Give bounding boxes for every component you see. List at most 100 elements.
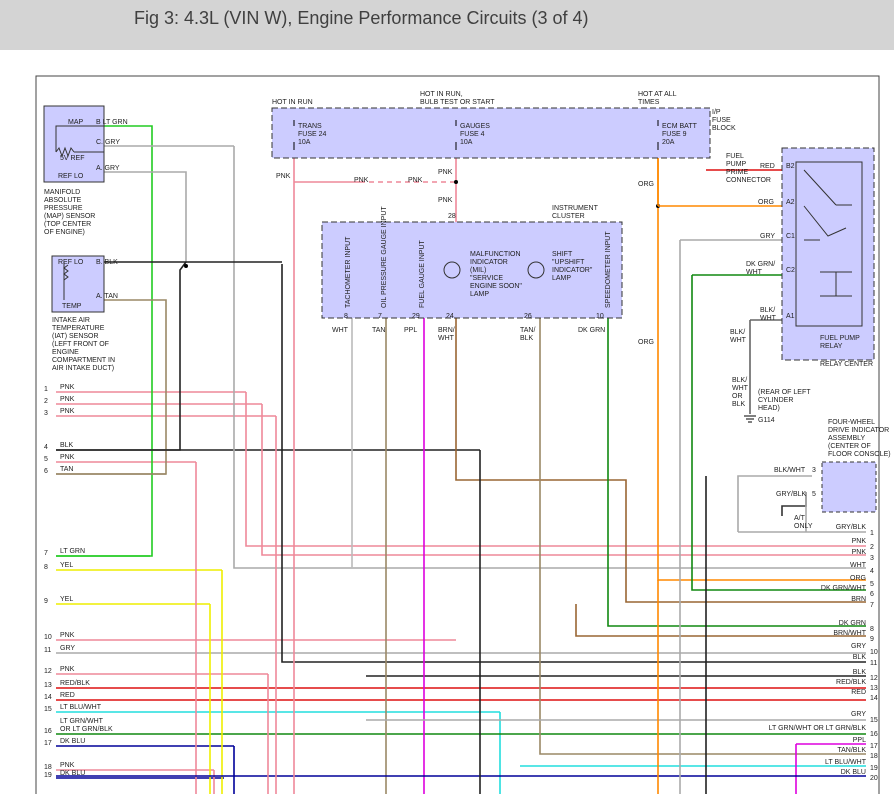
iat-pin-reflo: REF LO: [58, 259, 84, 266]
left-row-number: 9: [44, 598, 48, 605]
right-row-color: DK BLU: [841, 769, 866, 776]
right-row-color: BRN/WHT: [833, 630, 866, 637]
splice-dot-pnk: [454, 180, 458, 184]
ground-desc: CYLINDER: [758, 397, 793, 404]
left-row-number: 10: [44, 634, 52, 641]
fuse-block-label: I/P: [712, 109, 721, 116]
ground-wire-label: BLK: [732, 401, 746, 408]
cluster-mil-label: LAMP: [470, 291, 489, 298]
map-desc: PRESSURE: [44, 205, 83, 212]
relay-prime-label: PRIME: [726, 169, 749, 176]
right-row-number: 11: [870, 660, 877, 667]
cluster-pin-number: 7: [378, 313, 382, 320]
left-row-number: 14: [44, 694, 52, 701]
right-row-number: 14: [870, 695, 878, 702]
right-row-color: BLK: [853, 669, 867, 676]
cluster-mil-label: ENGINE SOON": [470, 283, 522, 290]
right-row-number: 12: [870, 675, 878, 682]
map-term-b: B LT GRN: [96, 119, 128, 126]
right-row-color: RED/BLK: [836, 679, 866, 686]
left-row-number: 4: [44, 444, 48, 451]
cluster-pin-number: 8: [344, 313, 348, 320]
left-row-number: 2: [44, 398, 48, 405]
cluster-wire-tanblk: BLK: [520, 335, 534, 342]
map-desc: MANIFOLD: [44, 189, 80, 196]
relay-wire-org: ORG: [758, 199, 774, 206]
left-row-color: PNK: [60, 666, 75, 673]
label-pnk-trans: PNK: [276, 173, 291, 180]
right-row-color: PNK: [852, 549, 867, 556]
cluster-mil-label: "SERVICE: [470, 275, 503, 282]
relay-wire-blkwht: BLK/: [760, 307, 775, 314]
left-row-color: LT GRN/WHT: [60, 718, 104, 725]
left-row-color: OR LT GRN/BLK: [60, 726, 113, 733]
right-row-number: 19: [870, 765, 878, 772]
right-row-color: DK GRN/WHT: [821, 585, 867, 592]
right-row-number: 3: [870, 555, 874, 562]
fuse-trans-label: TRANS: [298, 123, 322, 130]
left-row-number: 13: [44, 682, 52, 689]
left-row-color: LT GRN: [60, 548, 85, 555]
right-row-number: 13: [870, 685, 878, 692]
iat-pin-temp: TEMP: [62, 303, 82, 310]
left-row-color: TAN: [60, 466, 73, 473]
label-org-ecm: ORG: [638, 181, 654, 188]
ground-icon: [744, 415, 756, 423]
right-row-color: GRY: [851, 711, 866, 718]
iat-term-b: B. BLK: [96, 259, 118, 266]
left-row-color: BLK: [60, 442, 74, 449]
cluster-mil-label: INDICATOR: [470, 259, 508, 266]
relay-wire-gry: GRY: [760, 233, 775, 240]
relay-pin-c2: C2: [786, 267, 795, 274]
relay-wire-dkgrnwht: WHT: [746, 269, 763, 276]
splice-dot-iat: [184, 264, 188, 268]
cluster-mil-label: MALFUNCTION: [470, 251, 521, 258]
left-row-color: DK BLU: [60, 770, 85, 777]
ground-wire-label: OR: [732, 393, 743, 400]
map-sensor: [43, 105, 105, 183]
cluster-wire-brnwht: BRN/: [438, 327, 455, 334]
fourwd-at-only: A/T: [794, 515, 806, 522]
left-row-color: RED/BLK: [60, 680, 90, 687]
iat-desc: (LEFT FRONT OF: [52, 341, 109, 348]
map-term-a: A. GRY: [96, 165, 120, 172]
fuse-gauges-label: GAUGES: [460, 123, 490, 130]
cluster-wire-wht: WHT: [332, 327, 349, 334]
label-pnk-link: PNK: [354, 177, 369, 184]
iat-desc: TEMPERATURE: [52, 325, 105, 332]
fuse-block-label: FUSE: [712, 117, 731, 124]
fuse-ecm-label: ECM BATT: [662, 123, 698, 130]
left-row-number: 3: [44, 410, 48, 417]
left-row-color: GRY: [60, 645, 75, 652]
ground-wire-label: WHT: [732, 385, 749, 392]
left-row-color: LT BLU/WHT: [60, 704, 102, 711]
left-row-color: DK BLU: [60, 738, 85, 745]
fourwd-wire-grybl: GRY/BLK: [776, 491, 807, 498]
right-row-color: BRN: [851, 596, 866, 603]
relay-label: FUEL PUMP: [820, 335, 860, 342]
iat-desc: AIR INTAKE DUCT): [52, 365, 114, 372]
cluster-input-label: SPEEDOMETER INPUT: [605, 231, 612, 308]
right-row-number: 15: [870, 717, 878, 724]
cluster-wire-dkgrn: DK GRN: [578, 327, 605, 334]
cluster-wire-tan: TAN: [372, 327, 385, 334]
fuse-gauges-label: FUSE 4: [460, 131, 485, 138]
cluster-pin-number: 28: [448, 213, 456, 220]
right-row-number: 8: [870, 626, 874, 633]
left-row-number: 19: [44, 772, 52, 779]
left-row-number: 17: [44, 740, 52, 747]
right-row-number: 18: [870, 753, 878, 760]
right-row-color: DK GRN: [839, 620, 866, 627]
cluster-title: CLUSTER: [552, 213, 585, 220]
relay-pin-c1: C1: [786, 233, 795, 240]
right-row-number: 20: [870, 775, 878, 782]
label-pnk-gauges: PNK: [438, 169, 453, 176]
left-row-color: PNK: [60, 454, 75, 461]
fourwd-at-only: ONLY: [794, 523, 813, 530]
wire-pnk-row2: [245, 392, 866, 547]
iat-desc: COMPARTMENT IN: [52, 357, 115, 364]
left-row-color: YEL: [60, 562, 73, 569]
cluster-input-label: FUEL GAUGE INPUT: [419, 239, 426, 308]
ground-desc: (REAR OF LEFT: [758, 389, 811, 396]
right-row-number: 9: [870, 636, 874, 643]
